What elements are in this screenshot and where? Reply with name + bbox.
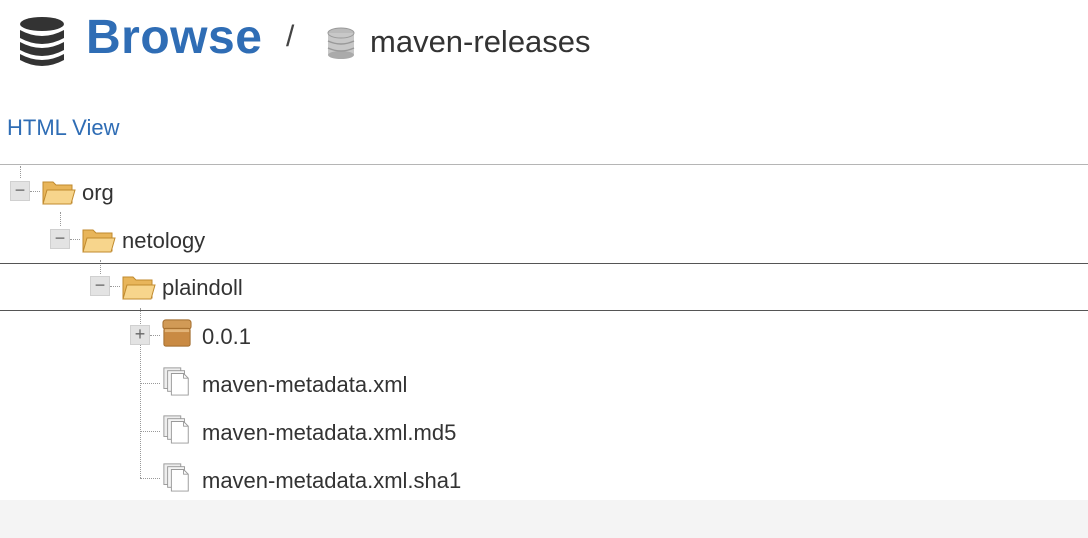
database-icon: [20, 17, 64, 66]
tree-connector: [30, 191, 40, 192]
collapse-toggle[interactable]: −: [50, 229, 70, 249]
tree-node-label: 0.0.1: [202, 324, 251, 349]
tree-connector: [140, 478, 160, 479]
tree-node-label: maven-metadata.xml: [202, 372, 408, 397]
folder-open-icon: [122, 276, 156, 300]
expand-toggle[interactable]: +: [130, 325, 150, 345]
collapse-toggle[interactable]: −: [10, 181, 30, 201]
breadcrumb-repository: maven-releases: [370, 24, 591, 59]
html-view-link[interactable]: HTML View: [7, 115, 119, 141]
tree-connector: [110, 286, 120, 287]
folder-open-icon: [42, 181, 76, 205]
file-icon: [163, 415, 189, 444]
repository-icon: [327, 27, 355, 59]
tree-connector: [70, 239, 80, 240]
tree-node-version[interactable]: + 0.0.1: [0, 312, 1088, 360]
tree-view: − org − netology − plaindoll + 0.0.1 mav…: [0, 166, 1088, 500]
page-header: Browse / maven-releases: [0, 0, 1088, 90]
tree-node-netology[interactable]: − netology: [0, 216, 1088, 264]
tree-node-asset[interactable]: maven-metadata.xml.sha1: [0, 456, 1088, 504]
tree-connector: [140, 431, 160, 432]
tree-connector: [140, 383, 160, 384]
breadcrumb-separator: /: [286, 20, 295, 53]
folder-open-icon: [82, 229, 116, 253]
tree-node-label: maven-metadata.xml.md5: [202, 420, 457, 445]
tree-node-plaindoll[interactable]: − plaindoll: [0, 263, 1088, 311]
collapse-toggle[interactable]: −: [90, 276, 110, 296]
footer-area: [0, 500, 1088, 538]
package-icon: [162, 319, 192, 347]
tree-node-asset[interactable]: maven-metadata.xml: [0, 360, 1088, 408]
tree-node-label: maven-metadata.xml.sha1: [202, 468, 462, 493]
tree-node-label: netology: [122, 228, 206, 253]
tree-node-label: org: [82, 180, 114, 205]
divider: [0, 164, 1088, 165]
tree-node-org[interactable]: − org: [0, 168, 1088, 216]
tree-node-asset[interactable]: maven-metadata.xml.md5: [0, 408, 1088, 456]
file-icon: [163, 463, 189, 492]
tree-connector: [150, 335, 160, 336]
page-title[interactable]: Browse: [86, 10, 262, 65]
tree-node-label: plaindoll: [162, 275, 243, 300]
file-icon: [163, 367, 189, 396]
